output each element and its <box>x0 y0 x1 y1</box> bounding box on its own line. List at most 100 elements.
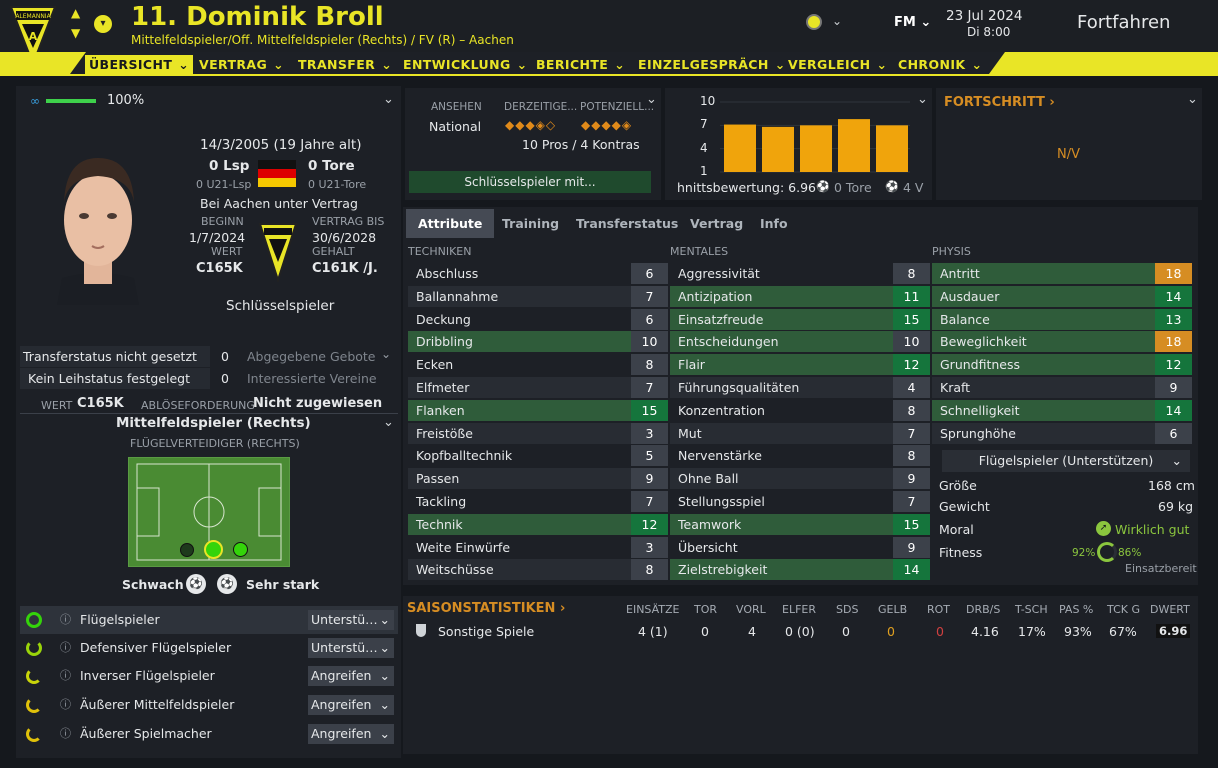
abl-value: Nicht zugewiesen <box>253 396 383 411</box>
role-duty-select[interactable]: Unterstü… ⌄ <box>308 610 394 630</box>
stats-column-header[interactable]: EINSÄTZE <box>626 603 680 616</box>
attribute-mental-row[interactable]: Antizipation <box>670 285 893 307</box>
attribute-technical-row[interactable]: Flanken <box>408 399 631 421</box>
attribute-physical-row[interactable]: Sprunghöhe <box>932 422 1155 444</box>
season-stats-title[interactable]: SAISONSTATISTIKEN › <box>407 601 565 616</box>
attribute-mental-row[interactable]: Übersicht <box>670 537 893 558</box>
stats-column-header[interactable]: T-SCH <box>1015 603 1048 616</box>
tab-transferstatus[interactable]: Transferstatus <box>564 209 690 238</box>
bids-chevron-icon[interactable]: ⌄ <box>381 347 391 361</box>
stats-column-header[interactable]: VORL <box>736 603 766 616</box>
fm-menu[interactable]: FM ⌄ <box>894 15 931 30</box>
tab-chronik[interactable]: CHRONIK ⌄ <box>898 55 982 74</box>
info-icon[interactable]: ⓘ <box>60 662 71 690</box>
stats-column-header[interactable]: DWERT <box>1150 603 1190 616</box>
stats-column-header[interactable]: ELFER <box>782 603 816 616</box>
rating-bar[interactable] <box>762 126 794 172</box>
info-icon[interactable]: ⓘ <box>60 720 71 748</box>
attribute-technical-row[interactable]: Ballannahme <box>408 285 631 307</box>
role-duty-select[interactable]: Angreifen ⌄ <box>308 695 394 715</box>
attribute-technical-row[interactable]: Weitschüsse <box>408 559 631 581</box>
attribute-technical-row[interactable]: Passen <box>408 468 631 490</box>
attribute-technical-row[interactable]: Ecken <box>408 354 631 375</box>
attribute-mental-row[interactable]: Flair <box>670 354 893 376</box>
role-row[interactable]: ⓘ Äußerer Mittelfeldspieler Angreifen ⌄ <box>20 691 398 719</box>
attribute-mental-row[interactable]: Zielstrebigkeit <box>670 559 893 581</box>
stats-column-header[interactable]: DRB/S <box>966 603 1000 616</box>
ball-icon[interactable] <box>806 14 822 30</box>
attribute-mental-row[interactable]: Konzentration <box>670 400 893 421</box>
position-chevron-icon[interactable]: ⌄ <box>383 415 394 430</box>
attribute-technical-row[interactable]: Freistöße <box>408 422 631 444</box>
attribute-mental-row[interactable]: Führungsqualitäten <box>670 377 893 398</box>
attribute-mental-row[interactable]: Einsatzfreude <box>670 308 893 330</box>
attribute-technical-row[interactable]: Deckung <box>408 309 631 330</box>
stats-column-header[interactable]: SDS <box>836 603 858 616</box>
attribute-physical-row[interactable]: Ausdauer <box>932 285 1155 307</box>
tab-berichte[interactable]: BERICHTE ⌄ <box>536 55 625 74</box>
info-icon[interactable]: ⓘ <box>60 634 71 662</box>
reputation-chevron-icon[interactable]: ⌄ <box>646 92 657 107</box>
attribute-technical-row[interactable]: Elfmeter <box>408 377 631 398</box>
attribute-technical-row[interactable]: Technik <box>408 513 631 535</box>
info-icon[interactable]: ⓘ <box>60 606 71 634</box>
attribute-mental-row[interactable]: Mut <box>670 422 893 444</box>
role-rating-icon <box>26 726 42 742</box>
stats-column-header[interactable]: GELB <box>878 603 907 616</box>
attribute-mental-row[interactable]: Aggressivität <box>670 263 893 284</box>
role-row[interactable]: ⓘ Äußerer Spielmacher Angreifen ⌄ <box>20 720 398 748</box>
attribute-technical-row[interactable]: Kopfballtechnik <box>408 445 631 466</box>
role-row[interactable]: ⓘ Flügelspieler Unterstü… ⌄ <box>20 606 398 634</box>
player-menu-chevron-icon[interactable]: ▾ <box>94 15 112 33</box>
attribute-physical-row[interactable]: Balance <box>932 308 1155 330</box>
role-duty-select[interactable]: Unterstü… ⌄ <box>308 638 394 658</box>
attribute-technical-row[interactable]: Dribbling <box>408 331 631 353</box>
tab-vertrag[interactable]: VERTRAG ⌄ <box>199 55 284 74</box>
rating-bar[interactable] <box>724 124 756 172</box>
attribute-physical-row[interactable]: Schnelligkeit <box>932 399 1155 421</box>
attribute-physical-row[interactable]: Beweglichkeit <box>932 331 1155 353</box>
role-row[interactable]: ⓘ Defensiver Flügelspieler Unterstü… ⌄ <box>20 634 398 662</box>
role-select[interactable]: Flügelspieler (Unterstützen) ⌄ <box>942 450 1190 472</box>
attribute-mental-row[interactable]: Stellungsspiel <box>670 491 893 512</box>
tab-vertrag-detail[interactable]: Vertrag <box>678 209 755 238</box>
attribute-technical-row[interactable]: Abschluss <box>408 263 631 284</box>
tab-training[interactable]: Training <box>490 209 571 238</box>
key-player-button[interactable]: Schlüsselspieler mit... <box>409 171 651 193</box>
progress-title[interactable]: FORTSCHRITT › <box>944 95 1055 110</box>
attribute-mental-row[interactable]: Teamwork <box>670 513 893 535</box>
profile-chevron-icon[interactable]: ⌄ <box>383 92 394 107</box>
continue-button[interactable]: Fortfahren <box>1077 12 1170 33</box>
role-duty-select[interactable]: Angreifen ⌄ <box>308 666 394 686</box>
progress-chevron-icon[interactable]: ⌄ <box>1187 92 1198 107</box>
rating-bar[interactable] <box>838 119 870 172</box>
rating-bar[interactable] <box>876 125 908 172</box>
tab-attribute[interactable]: Attribute <box>406 209 495 238</box>
info-icon[interactable]: ⓘ <box>60 691 71 719</box>
role-duty-select[interactable]: Angreifen ⌄ <box>308 724 394 744</box>
rating-bar[interactable] <box>800 125 832 172</box>
ball-chevron-icon[interactable]: ⌄ <box>832 14 842 28</box>
attribute-physical-row[interactable]: Grundfitness <box>932 354 1155 376</box>
attribute-technical-row[interactable]: Weite Einwürfe <box>408 537 631 558</box>
stats-column-header[interactable]: TOR <box>694 603 717 616</box>
stats-column-header[interactable]: PAS % <box>1059 603 1093 616</box>
stats-column-header[interactable]: TCK G <box>1107 603 1140 616</box>
tab-info[interactable]: Info <box>748 209 800 238</box>
stats-column-header[interactable]: ROT <box>927 603 950 616</box>
attribute-physical-row[interactable]: Kraft <box>932 377 1155 398</box>
tab-uebersicht[interactable]: ÜBERSICHT ⌄ <box>85 55 194 74</box>
attribute-mental-row[interactable]: Ohne Ball <box>670 468 893 490</box>
attribute-technical-row[interactable]: Tackling <box>408 491 631 512</box>
next-player-arrow-icon[interactable]: ▼ <box>71 26 80 40</box>
tab-transfer[interactable]: TRANSFER ⌄ <box>298 55 392 74</box>
ratings-chevron-icon[interactable]: ⌄ <box>917 92 928 107</box>
tab-vergleich[interactable]: VERGLEICH ⌄ <box>788 55 887 74</box>
tab-entwicklung[interactable]: ENTWICKLUNG ⌄ <box>403 55 528 74</box>
attribute-physical-row[interactable]: Antritt <box>932 263 1155 284</box>
prev-player-arrow-icon[interactable]: ▲ <box>71 6 80 20</box>
role-row[interactable]: ⓘ Inverser Flügelspieler Angreifen ⌄ <box>20 662 398 690</box>
attribute-mental-row[interactable]: Entscheidungen <box>670 331 893 353</box>
tab-einzelgespraech[interactable]: EINZELGESPRÄCH ⌄ <box>638 55 786 74</box>
attribute-mental-row[interactable]: Nervenstärke <box>670 445 893 466</box>
